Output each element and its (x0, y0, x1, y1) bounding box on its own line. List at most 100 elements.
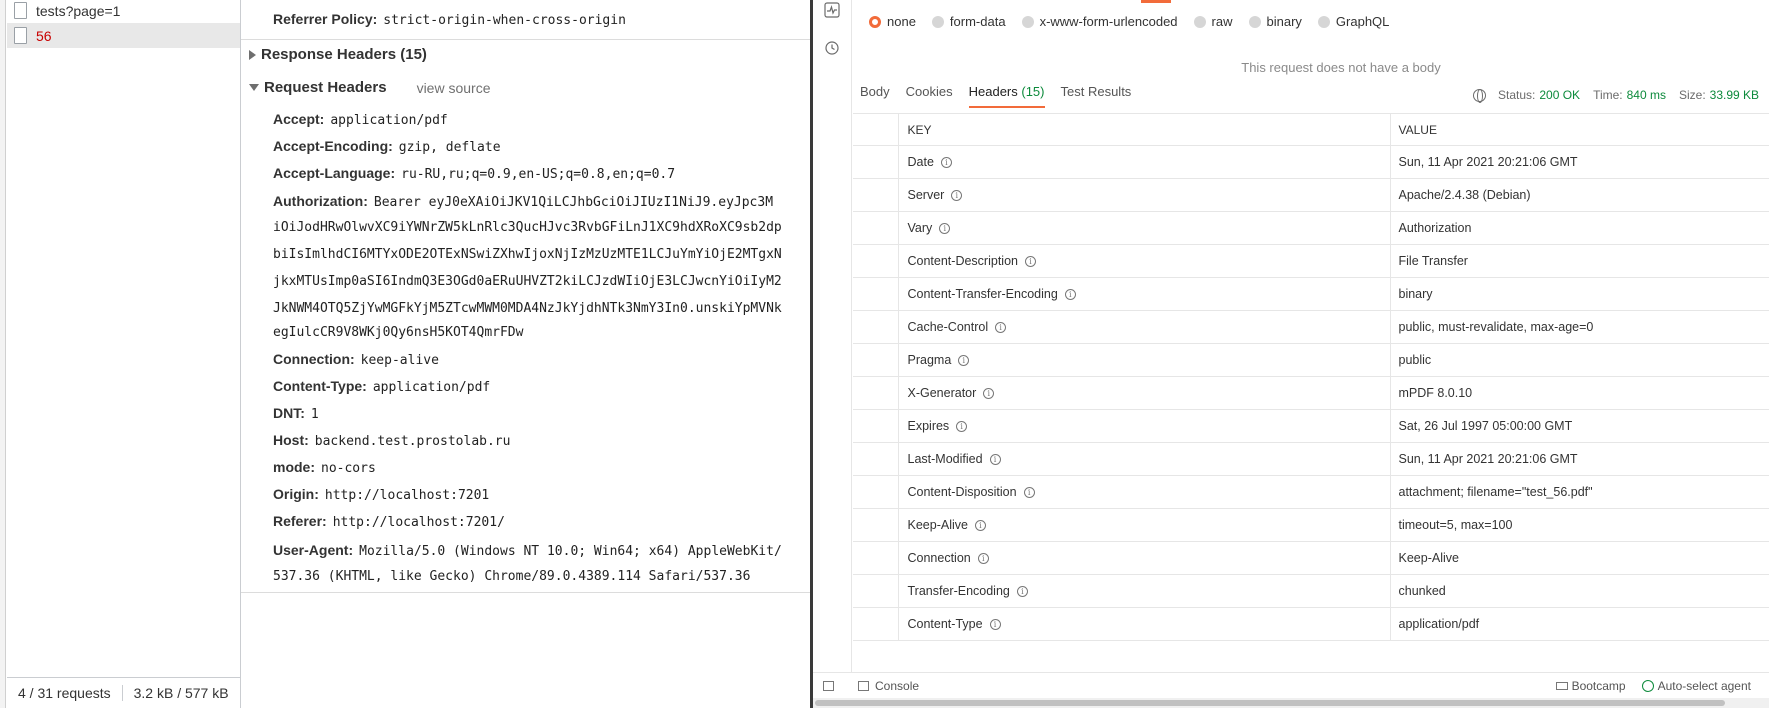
info-icon[interactable]: i (983, 388, 995, 400)
info-icon[interactable]: i (995, 322, 1007, 334)
header-value: public (1390, 343, 1769, 377)
header-key-cell: Expires i (898, 409, 1391, 443)
info-icon[interactable]: i (956, 421, 968, 433)
header-key-cell: Content-Description i (898, 244, 1391, 278)
tab-cookies[interactable]: Cookies (906, 84, 953, 108)
header-value: strict-origin-when-cross-origin (383, 13, 626, 28)
header-key: X-Generator (907, 386, 977, 400)
header-key: Authorization: (273, 193, 368, 209)
authorization-continued: biIsImlhdCI6MTYxODE2OTExNSwiZXhwIjoxNjIz… (273, 247, 782, 262)
header-value: Keep-Alive (1390, 541, 1769, 575)
radio-icon (1193, 15, 1206, 28)
table-gutter (853, 343, 899, 377)
radio-raw[interactable]: raw (1193, 14, 1233, 29)
info-icon[interactable]: i (958, 355, 970, 367)
header-key: Connection (907, 551, 971, 565)
section-divider (241, 39, 811, 40)
info-icon[interactable]: i (989, 454, 1001, 466)
table-row: Expires i Sat, 26 Jul 1997 05:00:00 GMT (853, 409, 1769, 443)
info-icon[interactable]: i (1023, 487, 1035, 499)
scrollbar-thumb[interactable] (815, 700, 1725, 706)
table-row: Server i Apache/2.4.38 (Debian) (853, 178, 1769, 212)
table-row: Content-Disposition i attachment; filename… (853, 475, 1769, 509)
header-key-cell: X-Generator i (898, 376, 1391, 410)
section-title: Response Headers (15) (261, 46, 427, 63)
table-gutter (853, 211, 899, 245)
globe-icon[interactable] (1473, 88, 1486, 103)
request-name: 56 (36, 27, 52, 44)
response-headers-toggle[interactable]: Response Headers (15) (249, 46, 427, 63)
radio-none[interactable]: none (869, 14, 916, 29)
header-key: Referer: (273, 513, 327, 529)
request-header-line: Referer: http://localhost:7201/ (273, 512, 505, 532)
request-header-line: Accept-Encoding: gzip, deflate (273, 137, 501, 157)
request-header-line: Accept-Language: ru-RU,ru;q=0.9,en-US;q=0… (273, 164, 675, 184)
header-key-cell: Connection i (898, 541, 1391, 575)
bootcamp-icon (1555, 681, 1568, 690)
horizontal-scrollbar[interactable] (813, 698, 1769, 708)
header-value: attachment; filename="test_56.pdf" (1390, 475, 1769, 509)
tab-headers[interactable]: Headers (15) (968, 84, 1045, 108)
file-icon (14, 2, 27, 19)
table-row: X-Generator i mPDF 8.0.10 (853, 376, 1769, 410)
request-row-selected[interactable]: 56 (7, 23, 240, 48)
info-icon[interactable]: i (951, 190, 963, 202)
table-gutter (853, 541, 899, 575)
table-header-row: KEY VALUE (853, 113, 1769, 146)
header-value: http://localhost:7201/ (332, 515, 505, 530)
info-icon[interactable]: i (1064, 289, 1076, 301)
headers-panel: Referrer Policy: strict-origin-when-cross… (241, 0, 811, 708)
radio-urlencoded[interactable]: x-www-form-urlencoded (1021, 14, 1178, 29)
bootcamp-button[interactable]: Bootcamp (1555, 679, 1626, 693)
table-row: Cache-Control i public, must-revalidate, m… (853, 310, 1769, 344)
tab-test-results[interactable]: Test Results (1061, 84, 1132, 108)
tab-count: (15) (1021, 84, 1045, 99)
radio-label: none (887, 14, 916, 29)
header-value: Sun, 11 Apr 2021 20:21:06 GMT (1390, 145, 1769, 179)
header-key: Transfer-Encoding (907, 584, 1010, 598)
radio-label: raw (1211, 14, 1233, 29)
info-icon[interactable]: i (977, 553, 989, 565)
header-key: Content-Type (907, 617, 983, 631)
radio-graphql[interactable]: GraphQL (1317, 14, 1389, 29)
header-key: Content-Description (907, 254, 1018, 268)
request-header-line: Authorization: Bearer eyJ0eXAiOiJKV1QiLCJ… (273, 192, 773, 212)
table-row: Keep-Alive i timeout=5, max=100 (853, 508, 1769, 542)
view-source-link[interactable]: view source (417, 80, 491, 96)
header-key-cell: Vary i (898, 211, 1391, 245)
info-icon[interactable]: i (939, 223, 951, 235)
header-value: File Transfer (1390, 244, 1769, 278)
info-icon[interactable]: i (974, 520, 986, 532)
radio-form-data[interactable]: form-data (931, 14, 1006, 29)
history-icon[interactable] (823, 40, 841, 58)
console-button[interactable]: Console (875, 679, 919, 693)
info-icon[interactable]: i (1016, 586, 1028, 598)
table-gutter (853, 475, 899, 509)
info-icon[interactable]: i (1024, 256, 1036, 268)
header-key-cell: Content-Disposition i (898, 475, 1391, 509)
info-icon[interactable]: i (989, 619, 1001, 631)
header-value: Authorization (1390, 211, 1769, 245)
header-value: timeout=5, max=100 (1390, 508, 1769, 542)
active-tab-indicator (1141, 0, 1171, 3)
header-key: Accept-Language: (273, 165, 396, 181)
header-key-cell: Cache-Control i (898, 310, 1391, 344)
tab-body[interactable]: Body (860, 84, 890, 108)
column-value: VALUE (1390, 113, 1769, 146)
header-value: Bearer eyJ0eXAiOiJKV1QiLCJhbGciOiJIUzI1N… (373, 195, 774, 210)
sidebar-toggle-icon[interactable] (823, 680, 834, 691)
size-label: Size: (1678, 88, 1706, 102)
request-headers-toggle[interactable]: Request Headers view source (249, 79, 490, 96)
header-value: Sat, 26 Jul 1997 05:00:00 GMT (1390, 409, 1769, 443)
request-row[interactable]: tests?page=1 (7, 0, 240, 23)
header-key: Connection: (273, 351, 355, 367)
info-icon[interactable]: i (940, 157, 952, 169)
radio-binary[interactable]: binary (1248, 14, 1302, 29)
header-key: Referrer Policy: (273, 11, 378, 27)
request-header-line: Content-Type: application/pdf (273, 377, 490, 397)
table-gutter (853, 178, 899, 212)
table-row: Content-Description i File Transfer (853, 244, 1769, 278)
auto-select-agent-button[interactable]: Auto-select agent (1641, 679, 1751, 693)
activity-icon[interactable] (823, 2, 841, 20)
table-gutter (853, 244, 899, 278)
